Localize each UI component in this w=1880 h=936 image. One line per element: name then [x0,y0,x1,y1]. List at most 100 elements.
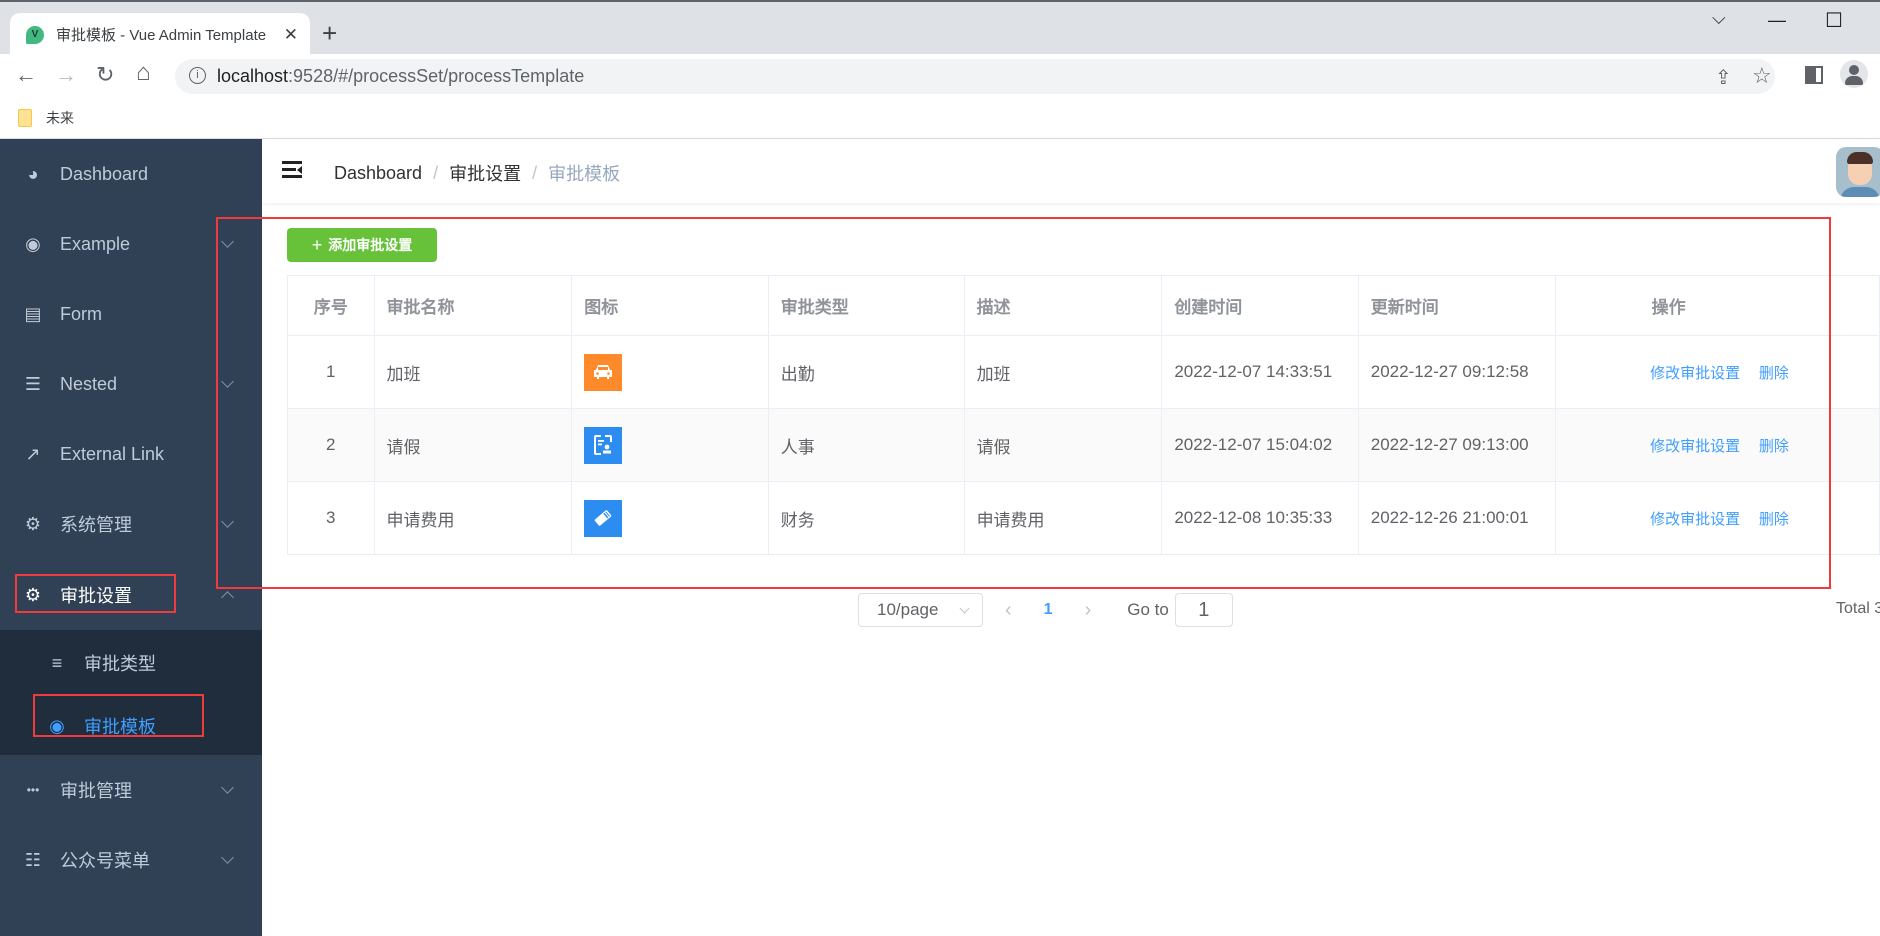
share-icon[interactable]: ⇪ [1715,65,1732,90]
sidebar: ◕ Dashboard ◉ Example ▤ Form ☰ Nested ↗ … [0,139,262,936]
cell-description: 请假 [963,408,1163,482]
list-icon: ≡ [51,652,63,673]
sidebar-item-approval-management[interactable]: ••• 审批管理 [0,755,262,825]
cell-created-time: 2022-12-07 15:04:02 [1161,408,1359,482]
side-panel-icon[interactable] [1805,66,1823,84]
edit-approval-setting-link[interactable]: 修改审批设置 [1650,365,1740,382]
add-button-label: 添加审批设置 [328,237,413,253]
reload-button[interactable]: ↻ [96,62,114,88]
back-button[interactable]: ← [15,62,37,88]
cell-type: 出勤 [767,335,965,409]
chevron-down-icon [221,515,234,528]
sidebar-item-label: External Link [60,443,165,464]
url-path: :9528/#/processSet/processTemplate [288,66,585,86]
bookmark-label: 未来 [46,110,74,126]
vue-favicon-icon: V [26,25,44,44]
bookmarks-bar: 未来 [0,100,1880,139]
chevron-down-icon [221,781,234,794]
forward-button[interactable]: → [55,62,77,88]
cell-created-time: 2022-12-08 10:35:33 [1161,481,1359,555]
page-number-1[interactable]: 1 [1044,601,1053,619]
cell-icon [571,481,769,555]
breadcrumb-current: 审批模板 [548,164,621,184]
chevron-down-icon [959,603,970,614]
url-host: localhost [217,66,289,86]
maximize-button[interactable]: ☐ [1825,8,1843,33]
sliders-icon: ☷ [24,849,42,870]
sidebar-item-wechat-menu[interactable]: ☷ 公众号菜单 [0,825,262,895]
dashboard-icon: ◕ [27,163,39,184]
sidebar-item-label: Example [60,233,131,254]
breadcrumb-approval-settings[interactable]: 审批设置 [449,160,521,186]
navbar: Dashboard / 审批设置 / 审批模板 [262,139,1880,203]
site-info-icon[interactable]: i [189,67,206,84]
tab-search-chevron-icon[interactable]: ⌵ [1712,8,1726,29]
sidebar-item-system[interactable]: ⚙ 系统管理 [0,489,262,559]
goto-page-input[interactable] [1174,593,1233,627]
sidebar-item-example[interactable]: ◉ Example [0,209,262,279]
breadcrumb-dashboard[interactable]: Dashboard [334,163,422,184]
cell-actions: 修改审批设置 删除 [1555,335,1880,409]
add-approval-setting-button[interactable]: + 添加审批设置 [287,228,437,262]
breadcrumb: Dashboard / 审批设置 / 审批模板 [334,160,620,186]
cell-description: 申请费用 [963,481,1163,555]
url-text[interactable]: localhost:9528/#/processSet/processTempl… [217,66,584,87]
form-icon: ▤ [24,303,42,324]
example-icon: ◉ [25,233,41,254]
cell-name: 申请费用 [373,481,573,555]
plus-icon: + [311,234,323,255]
delete-link[interactable]: 删除 [1759,438,1789,455]
bookmark-folder[interactable]: 未来 [18,108,74,128]
edit-approval-setting-link[interactable]: 修改审批设置 [1650,438,1740,455]
cell-created-time: 2022-12-07 14:33:51 [1161,335,1359,409]
money-icon [584,499,623,537]
browser-tab-strip: V 审批模板 - Vue Admin Template ✕ + ⌵ — ☐ [0,0,1880,56]
header-type: 审批类型 [767,275,965,336]
sidebar-item-nested[interactable]: ☰ Nested [0,349,262,419]
cell-name: 请假 [373,408,573,482]
cell-updated-time: 2022-12-27 09:13:00 [1357,408,1557,482]
prev-page-button[interactable]: ‹ [1005,599,1012,622]
nested-icon: ☰ [24,373,42,394]
profile-avatar-icon[interactable] [1840,60,1868,88]
cell-icon [571,335,769,409]
header-created-time: 创建时间 [1161,275,1359,336]
sidebar-item-approval-template[interactable]: ◉ 审批模板 [0,696,262,756]
total-count: Total 3 [1836,600,1880,617]
external-link-icon: ↗ [25,443,41,464]
home-button[interactable]: ⌂ [136,59,151,87]
page-size-select[interactable]: 10/page [858,593,983,627]
breadcrumb-separator: / [532,162,538,183]
pagination: 10/page ‹ 1 › Go to [858,593,1233,627]
delete-link[interactable]: 删除 [1759,365,1789,382]
bookmark-star-icon[interactable]: ☆ [1752,63,1772,89]
header-description: 描述 [963,275,1163,336]
sidebar-item-approval-type[interactable]: ≡ 审批类型 [0,633,262,693]
sidebar-item-approval-settings[interactable]: ⚙ 审批设置 [0,560,262,630]
next-page-button[interactable]: › [1085,599,1092,622]
address-bar[interactable]: i localhost:9528/#/processSet/processTem… [175,59,1775,94]
close-tab-icon[interactable]: ✕ [284,25,298,45]
edit-approval-setting-link[interactable]: 修改审批设置 [1650,511,1740,528]
browser-tab[interactable]: V 审批模板 - Vue Admin Template ✕ [10,13,310,56]
chevron-down-icon [221,375,234,388]
table-header-row: 序号 审批名称 图标 审批类型 描述 创建时间 更新时间 操作 [287,275,1880,336]
chevron-up-icon [221,591,234,604]
new-tab-button[interactable]: + [322,18,337,49]
sidebar-item-dashboard[interactable]: ◕ Dashboard [0,139,262,209]
cell-updated-time: 2022-12-27 09:12:58 [1357,335,1557,409]
sidebar-item-label: Dashboard [60,163,149,184]
header-name: 审批名称 [373,275,573,336]
minimize-button[interactable]: — [1768,10,1786,31]
delete-link[interactable]: 删除 [1759,511,1789,528]
sidebar-item-label: Nested [60,373,118,394]
sidebar-item-label: 系统管理 [60,515,132,535]
sidebar-item-external-link[interactable]: ↗ External Link [0,419,262,489]
goto-label: Go to [1127,600,1169,619]
user-avatar[interactable] [1836,147,1880,197]
cell-type: 财务 [767,481,965,555]
hamburger-icon[interactable] [282,161,302,178]
sidebar-item-form[interactable]: ▤ Form [0,279,262,349]
page-size-value: 10/page [877,600,939,619]
id-card-icon [584,426,623,464]
